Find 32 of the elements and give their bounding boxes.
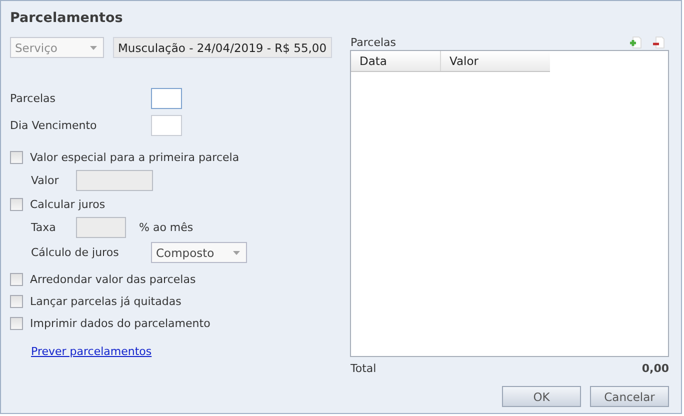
total-label: Total	[350, 362, 376, 374]
service-description: Musculação - 24/04/2019 - R$ 55,00	[113, 37, 332, 58]
dialog-button[interactable]: OK	[502, 386, 581, 407]
dialog-button[interactable]: Cancelar	[590, 386, 669, 407]
input-field[interactable]	[151, 115, 182, 136]
checkbox-label: Arredondar valor das parcelas	[30, 272, 196, 286]
field-label: Cálculo de juros	[31, 246, 120, 259]
checkbox[interactable]	[10, 272, 23, 286]
checkbox-label: Lançar parcelas já quitadas	[30, 294, 182, 308]
field-label: Dia Vencimento	[10, 119, 98, 132]
checkbox[interactable]	[10, 316, 23, 330]
caret-icon	[90, 46, 97, 50]
checkbox[interactable]	[10, 150, 23, 164]
dialog-title: Parcelamentos	[10, 10, 124, 28]
column-header[interactable]: Data	[351, 51, 442, 71]
field-label: Parcelas	[10, 92, 57, 105]
column-header[interactable]: Valor	[441, 51, 550, 71]
preview-link[interactable]: Prever parcelamentos	[31, 345, 152, 358]
checkbox-label: Valor especial para a primeira parcela	[30, 150, 240, 164]
unit-label: % ao mês	[139, 221, 194, 234]
checkbox-label: Imprimir dados do parcelamento	[30, 316, 210, 330]
checkbox[interactable]	[10, 198, 23, 210]
section-label: Parcelas	[350, 36, 396, 48]
field-label: Taxa	[31, 221, 57, 234]
add-icon[interactable]	[629, 36, 642, 48]
checkbox[interactable]	[10, 294, 23, 308]
total-value: 0,00	[642, 362, 669, 374]
field-label: Valor	[31, 174, 60, 187]
remove-icon[interactable]	[652, 36, 665, 48]
input-field[interactable]	[151, 88, 182, 109]
checkbox-label: Calcular juros	[30, 198, 106, 210]
caret-icon	[233, 250, 240, 254]
